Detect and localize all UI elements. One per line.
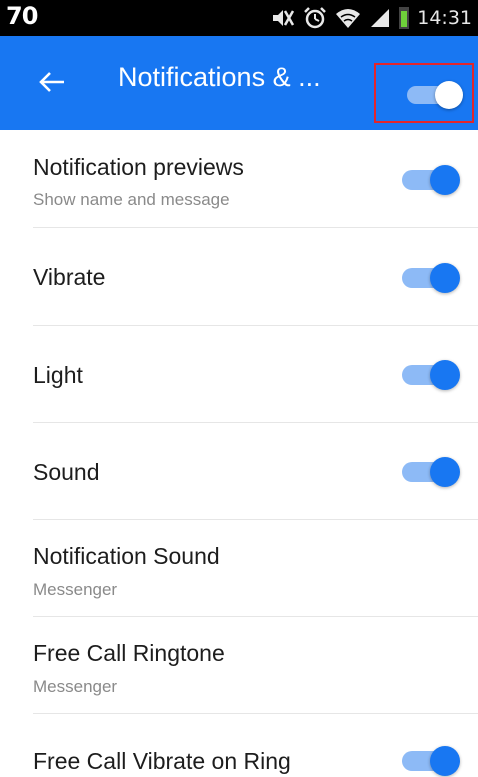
back-button[interactable] xyxy=(32,62,72,102)
status-icons: 14:31 xyxy=(271,0,472,36)
page-title: Notifications & ... xyxy=(118,62,321,92)
setting-title: Vibrate xyxy=(33,264,106,290)
arrow-left-icon xyxy=(39,72,64,92)
sound-toggle[interactable] xyxy=(400,456,462,487)
status-left-text: 70 xyxy=(6,2,38,30)
toggle-thumb xyxy=(435,81,463,109)
master-notifications-toggle[interactable] xyxy=(405,81,465,111)
vibrate-toggle[interactable] xyxy=(400,262,462,293)
mute-icon xyxy=(271,0,295,36)
setting-free-call-ringtone[interactable]: Free Call Ringtone Messenger xyxy=(0,617,478,714)
status-bar: 70 14:31 xyxy=(0,0,478,36)
notification-previews-toggle[interactable] xyxy=(400,164,462,195)
wifi-icon xyxy=(335,0,361,36)
setting-subtitle: Show name and message xyxy=(33,190,230,209)
setting-title: Notification previews xyxy=(33,154,244,180)
setting-free-call-vibrate-on-ring[interactable]: Free Call Vibrate on Ring xyxy=(0,714,478,777)
alarm-icon xyxy=(303,0,327,36)
setting-notification-sound[interactable]: Notification Sound Messenger xyxy=(0,520,478,617)
status-time: 14:31 xyxy=(417,7,472,29)
setting-sound[interactable]: Sound xyxy=(0,423,478,520)
signal-icon xyxy=(369,0,391,36)
app-bar: Notifications & ... xyxy=(0,36,478,130)
setting-subtitle: Messenger xyxy=(33,580,118,599)
toggle-thumb xyxy=(430,263,460,293)
toggle-thumb xyxy=(430,360,460,390)
toggle-thumb xyxy=(430,457,460,487)
battery-icon xyxy=(399,0,410,36)
setting-notification-previews[interactable]: Notification previews Show name and mess… xyxy=(0,130,478,228)
free-call-vibrate-toggle[interactable] xyxy=(400,745,462,776)
setting-title: Sound xyxy=(33,459,100,485)
setting-vibrate[interactable]: Vibrate xyxy=(0,228,478,326)
setting-title: Free Call Vibrate on Ring xyxy=(33,748,291,774)
setting-subtitle: Messenger xyxy=(33,677,118,696)
setting-title: Notification Sound xyxy=(33,543,220,569)
setting-light[interactable]: Light xyxy=(0,326,478,423)
light-toggle[interactable] xyxy=(400,359,462,390)
setting-title: Free Call Ringtone xyxy=(33,640,225,666)
setting-title: Light xyxy=(33,362,83,388)
toggle-thumb xyxy=(430,165,460,195)
toggle-thumb xyxy=(430,746,460,776)
